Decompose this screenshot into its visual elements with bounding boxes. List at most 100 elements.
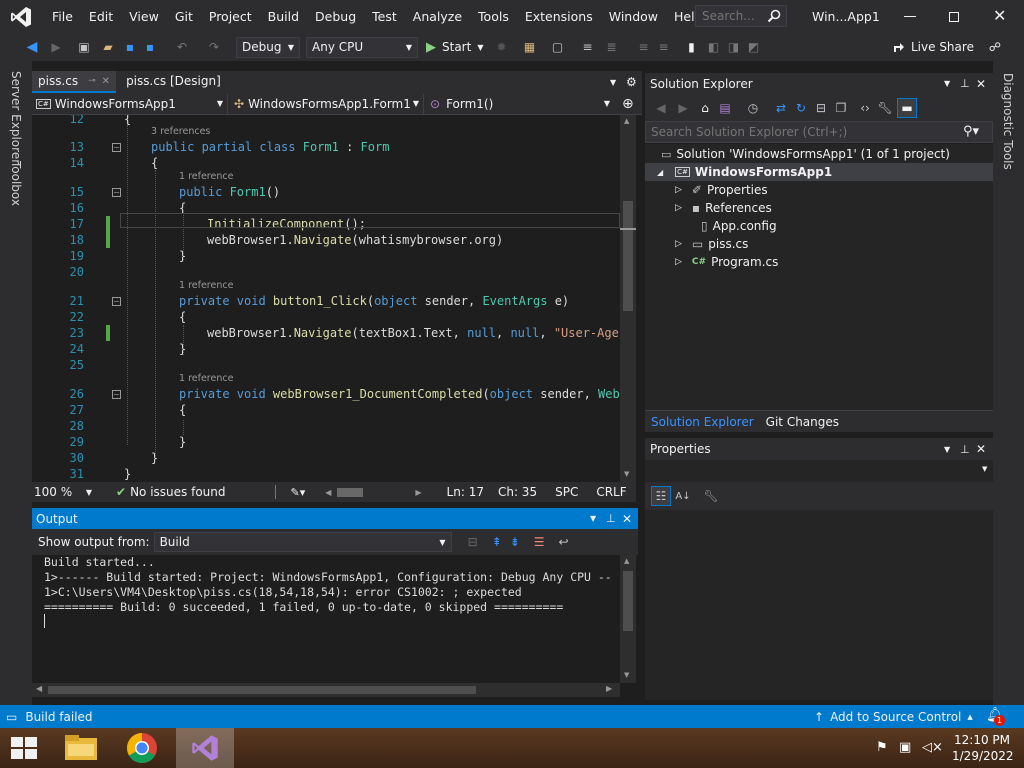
pin-icon[interactable]: ⊥ (960, 443, 970, 456)
live-share-button[interactable]: Live Share (891, 39, 974, 55)
solution-configuration-select[interactable]: Debug ▼ (236, 36, 300, 58)
expanded-arrow-icon[interactable]: ◢ (657, 168, 663, 177)
save-icon[interactable]: ▪ (122, 39, 138, 55)
format-icon[interactable]: ≡ (579, 39, 595, 55)
find-message-icon[interactable]: ⊟ (468, 535, 478, 549)
minimize-button[interactable] (904, 16, 916, 17)
restore-button[interactable] (949, 12, 959, 22)
diagnostic-tools-tab[interactable]: Diagnostic Tools (1001, 73, 1015, 170)
feedback-icon[interactable]: ☍ (987, 39, 1003, 55)
window-position-icon[interactable]: ▼ (944, 445, 950, 454)
pin-icon[interactable]: ⊥ (606, 512, 616, 525)
tab-solution-explorer[interactable]: Solution Explorer (651, 415, 754, 429)
split-editor-icon[interactable]: ⊕ (622, 96, 634, 112)
collapse-icon[interactable]: − (112, 297, 121, 306)
member-dropdown[interactable]: ⊙ Form1() ▼ (424, 94, 614, 114)
toggle-word-wrap-icon[interactable]: ↩ (559, 535, 569, 549)
menu-extensions[interactable]: Extensions (517, 0, 601, 33)
tree-item-references[interactable]: ▷ ▪ References (675, 199, 772, 217)
issues-status[interactable]: No issues found (130, 485, 225, 499)
switch-views-icon[interactable]: ▤ (717, 100, 733, 116)
gear-icon[interactable]: ⚙ (626, 75, 637, 89)
code-lens-references[interactable]: 1 reference (179, 373, 233, 384)
prev-bookmark-icon[interactable]: ◧ (705, 39, 721, 55)
code-lens-references[interactable]: 3 references (151, 126, 210, 137)
view-code-icon[interactable]: ‹› (857, 100, 873, 116)
scroll-left-icon[interactable]: ◀ (325, 488, 331, 497)
next-bookmark-icon[interactable]: ◨ (725, 39, 741, 55)
sync-icon[interactable]: ⇄ (773, 100, 789, 116)
column-indicator[interactable]: Ch: 35 (498, 485, 537, 499)
line-ending-indicator[interactable]: CRLF (596, 485, 626, 499)
close-icon[interactable]: ✕ (622, 512, 632, 526)
visual-studio-taskbar-icon[interactable] (176, 728, 234, 768)
window-position-icon[interactable]: ▼ (590, 514, 596, 523)
previous-message-icon[interactable]: ⇞ (492, 535, 502, 549)
bookmark-icon[interactable]: ▮ (683, 39, 699, 55)
collapsed-arrow-icon[interactable]: ▷ (675, 239, 682, 249)
code-cleanup-icon[interactable]: ✎▾ (290, 486, 305, 499)
scroll-right-icon[interactable]: ▶ (606, 684, 612, 693)
tab-list-dropdown-icon[interactable]: ▼ (610, 78, 616, 87)
collapse-icon[interactable]: − (112, 390, 121, 399)
categorized-icon[interactable]: ☷ (651, 486, 671, 506)
pending-changes-filter-icon[interactable]: ◷ (745, 100, 761, 116)
project-dropdown[interactable]: C# WindowsFormsApp1 ▼ (32, 93, 228, 114)
scroll-right-icon[interactable]: ▶ (415, 488, 421, 497)
tree-item-solution[interactable]: ▭ Solution 'WindowsFormsApp1' (1 of 1 pro… (661, 145, 950, 163)
menu-analyze[interactable]: Analyze (405, 0, 470, 33)
clock[interactable]: 12:10 PM 1/29/2022 (952, 732, 1014, 764)
search-icon[interactable]: ⚲▾ (963, 124, 979, 139)
find-in-files-icon[interactable]: ▦ (521, 39, 537, 55)
scroll-down-icon[interactable]: ▼ (624, 470, 629, 478)
collapse-icon[interactable]: − (112, 188, 121, 197)
windows-start-icon[interactable] (10, 736, 38, 760)
back-icon[interactable]: ◀ (653, 100, 669, 116)
visual-studio-logo-icon[interactable] (10, 6, 32, 28)
clear-all-icon[interactable]: ☰ (534, 535, 545, 549)
alphabetical-icon[interactable]: A↓ (675, 488, 691, 504)
start-button[interactable]: ▶ Start ▼ (426, 40, 483, 55)
close-icon[interactable]: ✕ (976, 77, 986, 91)
action-center-flag-icon[interactable]: ⚑ (876, 740, 888, 755)
close-window-button[interactable]: ✕ (993, 8, 1006, 24)
scroll-down-icon[interactable]: ▼ (624, 671, 629, 679)
code-lens-references[interactable]: 1 reference (179, 280, 233, 291)
forward-icon[interactable]: ▶ (675, 100, 691, 116)
forward-icon[interactable]: ▶ (48, 39, 64, 55)
file-explorer-icon[interactable] (62, 732, 100, 764)
outdent-icon[interactable]: ≡ (655, 39, 671, 55)
properties-object-select[interactable]: ▼ (645, 460, 993, 482)
output-horizontal-scrollbar[interactable]: ◀ ▶ (32, 683, 620, 697)
class-dropdown[interactable]: ✣ WindowsFormsApp1.Form1 ▼ (228, 93, 424, 114)
back-icon[interactable]: ◀ (24, 39, 40, 55)
tree-item-app-config[interactable]: ▯ App.config (701, 217, 777, 235)
undo-icon[interactable]: ↶ (174, 39, 190, 55)
horizontal-scroll-thumb[interactable] (337, 487, 364, 497)
horizontal-scroll-thumb[interactable] (48, 686, 476, 694)
menu-file[interactable]: File (44, 0, 81, 33)
preview-selected-items-icon[interactable]: ▬ (897, 97, 917, 118)
property-pages-icon[interactable]: 🔧︎ (703, 488, 719, 504)
home-icon[interactable]: ⌂ (697, 100, 713, 116)
menu-view[interactable]: View (121, 0, 167, 33)
tree-item-piss-cs[interactable]: ▷ ▭ piss.cs (675, 235, 748, 253)
code-lens-references[interactable]: 1 reference (179, 171, 233, 182)
new-project-icon[interactable]: ▣ (76, 39, 92, 55)
pin-icon[interactable]: ⊸ (88, 76, 96, 86)
show-all-files-icon[interactable]: ❐ (833, 100, 849, 116)
refresh-icon[interactable]: ↻ (793, 100, 809, 116)
output-source-select[interactable]: Build ▼ (153, 532, 452, 552)
close-icon[interactable]: ✕ (976, 442, 986, 456)
whitespace-indicator[interactable]: SPC (555, 485, 578, 499)
comment-icon[interactable]: ≣ (603, 39, 619, 55)
menu-project[interactable]: Project (201, 0, 260, 33)
browser-link-icon[interactable]: ▢ (549, 39, 565, 55)
menu-edit[interactable]: Edit (81, 0, 121, 33)
chrome-icon[interactable] (126, 732, 158, 764)
tab-git-changes[interactable]: Git Changes (766, 415, 839, 429)
tree-item-project[interactable]: ◢ C# WindowsFormsApp1 (645, 163, 993, 181)
tab-piss-cs[interactable]: piss.cs ⊸ ✕ (32, 71, 117, 93)
next-message-icon[interactable]: ⇟ (510, 535, 520, 549)
platform-select[interactable]: Any CPU ▼ (306, 36, 418, 58)
